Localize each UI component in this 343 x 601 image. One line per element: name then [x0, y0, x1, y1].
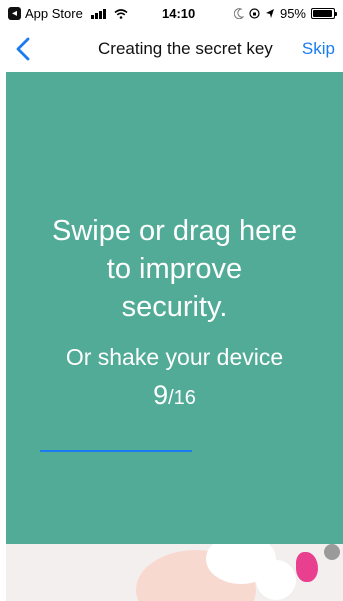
lock-rotation-icon: [249, 8, 260, 19]
back-button[interactable]: [6, 30, 40, 68]
status-time: 14:10: [162, 6, 196, 21]
instruction-line-2: to improve: [106, 253, 243, 285]
battery-tip: [335, 12, 337, 16]
location-icon: [265, 9, 274, 18]
progress-total: /16: [168, 387, 196, 409]
signal-icon: [90, 8, 106, 19]
entropy-swipe-area[interactable]: Swipe or drag here to improve security. …: [6, 72, 343, 544]
chevron-left-icon: [16, 37, 30, 61]
bottom-illustration: [6, 544, 343, 601]
wifi-icon: [114, 8, 128, 19]
battery-fill: [313, 10, 332, 17]
moon-icon: [233, 8, 244, 19]
battery-icon: [311, 8, 337, 19]
illustration-shape: [296, 552, 318, 582]
navigation-bar: Creating the secret key Skip: [0, 26, 343, 72]
progress-counter: 9/16: [6, 380, 343, 411]
swipe-instruction: Swipe or drag here to improve security.: [6, 212, 343, 326]
page-title: Creating the secret key: [98, 39, 273, 58]
status-bar: ◂ App Store 14:10 95%: [0, 0, 343, 26]
battery-percent: 95%: [279, 6, 306, 21]
illustration-shape: [256, 560, 296, 600]
illustration-shape: [324, 544, 340, 560]
status-right: 95%: [233, 6, 337, 21]
back-app-label[interactable]: App Store: [25, 6, 83, 21]
instruction-line-3: security.: [121, 291, 228, 323]
skip-button[interactable]: Skip: [302, 39, 335, 59]
progress-bar: [40, 450, 310, 452]
shake-instruction: Or shake your device: [65, 344, 284, 370]
progress-current: 9: [153, 380, 169, 410]
back-arrow-icon[interactable]: ◂: [8, 7, 21, 20]
status-left: ◂ App Store: [8, 6, 128, 21]
instruction-line-1: Swipe or drag here: [51, 215, 298, 247]
progress-bar-fill: [40, 450, 192, 452]
